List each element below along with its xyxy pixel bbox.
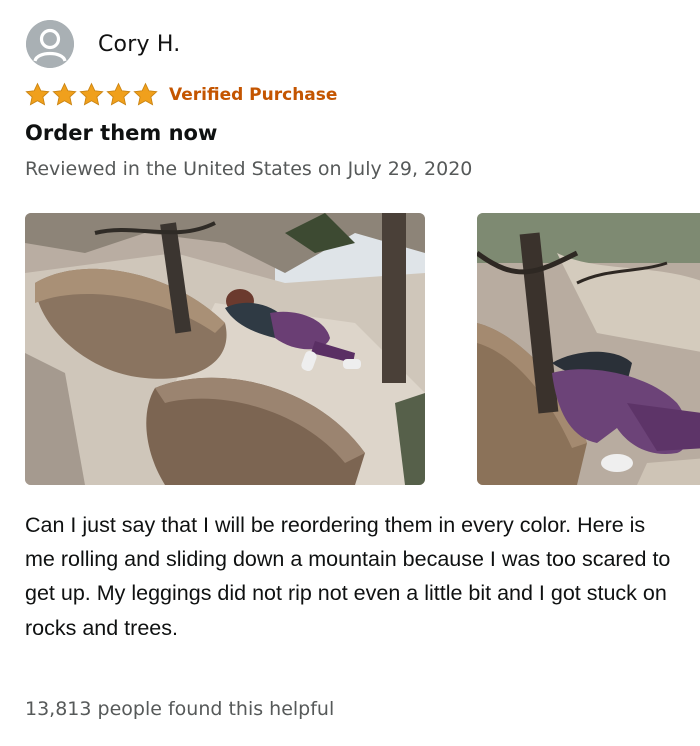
reviewer-name[interactable]: Cory H. — [98, 32, 180, 57]
verified-purchase-badge: Verified Purchase — [169, 85, 338, 105]
star-icon — [133, 82, 158, 106]
review-date: Reviewed in the United States on July 29… — [25, 158, 473, 180]
star-icon — [25, 82, 50, 106]
review-photo[interactable] — [25, 213, 425, 485]
star-icon — [106, 82, 131, 106]
review-title[interactable]: Order them now — [25, 121, 217, 145]
star-rating[interactable] — [24, 82, 159, 108]
customer-review: Cory H. Verified Purchase Order them now… — [0, 0, 700, 746]
user-silhouette-icon — [26, 20, 74, 68]
star-icon — [52, 82, 77, 106]
review-photos — [25, 213, 700, 485]
review-body: Can I just say that I will be reordering… — [25, 513, 671, 640]
avatar[interactable] — [26, 20, 74, 68]
review-photo[interactable] — [477, 213, 700, 485]
reviewer-profile[interactable]: Cory H. — [26, 20, 180, 68]
star-icon — [79, 82, 104, 106]
rating-row: Verified Purchase — [24, 82, 337, 108]
helpful-count: 13,813 people found this helpful — [25, 698, 335, 720]
